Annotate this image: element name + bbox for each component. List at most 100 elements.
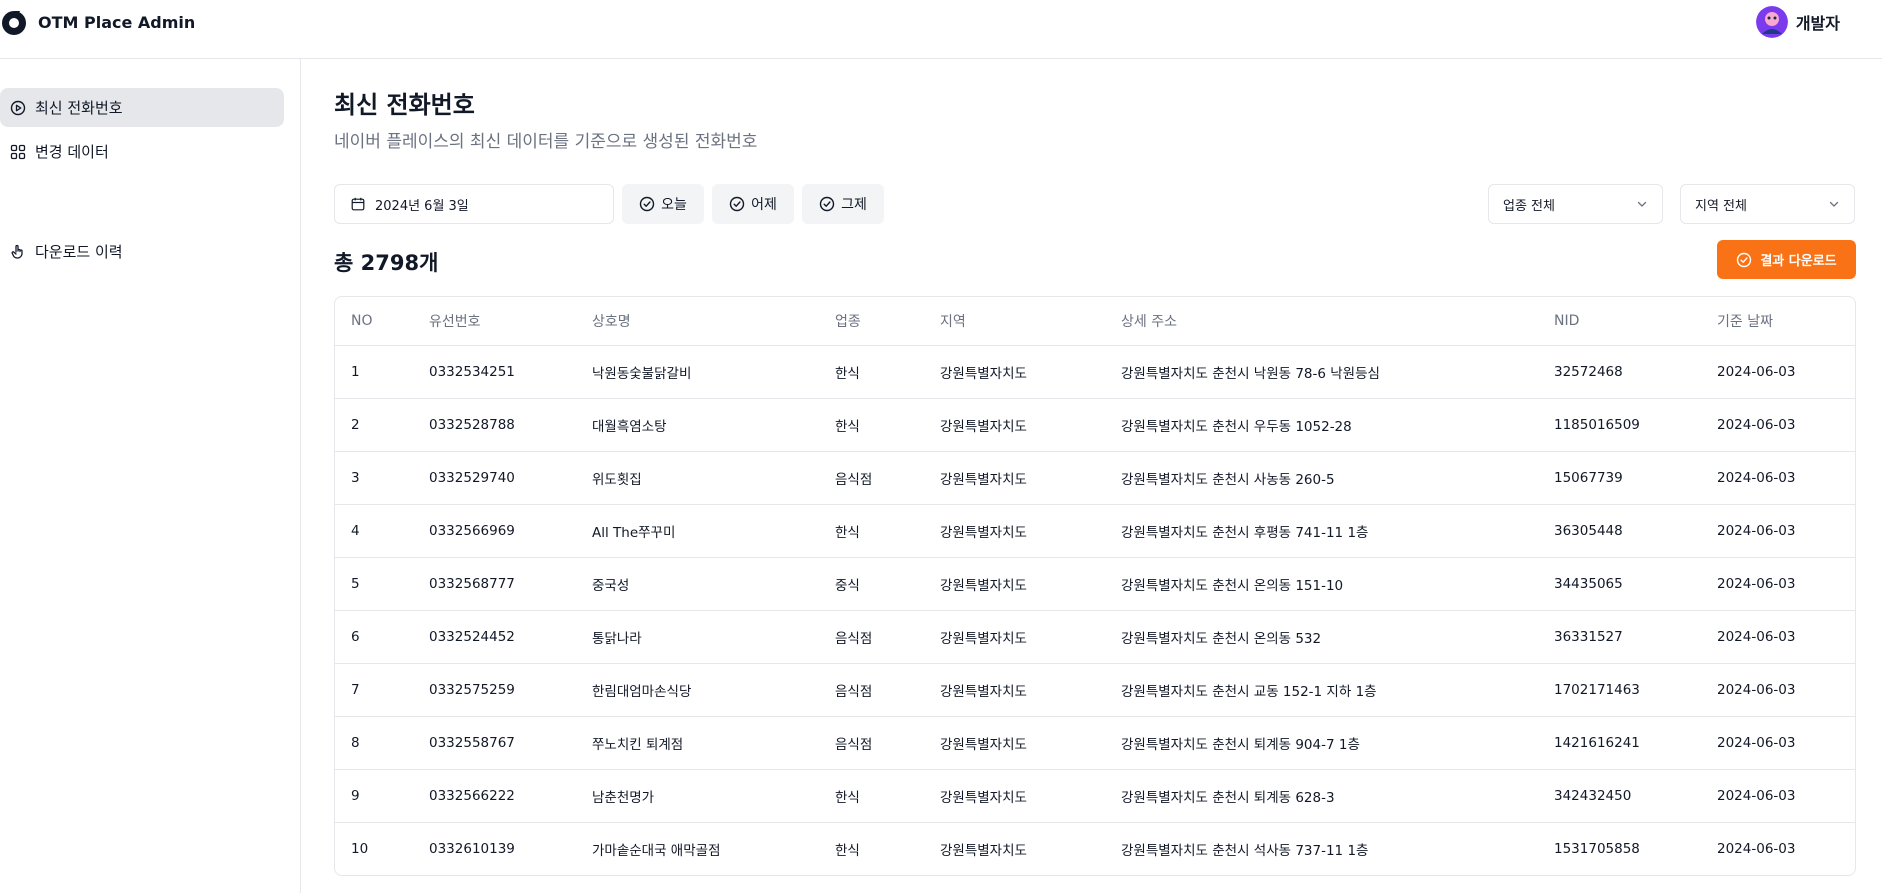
- phone-number-cell: 0332610139: [429, 840, 515, 857]
- column-header[interactable]: 업종: [819, 297, 924, 346]
- region-select[interactable]: 지역 전체: [1680, 184, 1855, 224]
- table-row[interactable]: 10 0332610139 가마솥순대국 애막골점 한식 강원특별자치도 강원특별자치도 …: [335, 822, 1855, 875]
- download-results-label: 결과 다운로드: [1760, 254, 1837, 269]
- grid-icon: [10, 144, 26, 159]
- phone-number-cell: 0332566969: [413, 504, 576, 558]
- results-table: NO 유선번호 상호명 업종 지역 상세 주소 NID 기준 날짜 1 03325…: [334, 296, 1856, 876]
- category-cell: 한식: [819, 769, 924, 823]
- table-row[interactable]: 5 0332568777 중국성 중식 강원특별자치도 강원특별자치도 춘천시 온의동 1…: [335, 557, 1855, 611]
- nid-cell: 1185016509: [1538, 398, 1701, 452]
- check-circle-icon: [1737, 252, 1752, 267]
- region-cell: 강원특별자치도: [924, 345, 1105, 399]
- category-cell: 음식점: [819, 716, 924, 770]
- column-header[interactable]: 상호명: [576, 297, 819, 346]
- address-cell: 강원특별자치도 춘천시 우두동 1052-28: [1105, 398, 1538, 452]
- region-cell: 강원특별자치도: [924, 610, 1105, 664]
- region-cell: 강원특별자치도: [924, 504, 1105, 558]
- business-name-cell: 대월흑염소탕: [576, 398, 819, 452]
- row-number-cell: 7: [335, 663, 413, 717]
- chevron-down-icon: [1829, 201, 1839, 207]
- column-header[interactable]: 상세 주소: [1105, 297, 1538, 346]
- address-cell: 강원특별자치도 춘천시 사농동 260-5: [1105, 451, 1538, 505]
- row-number-cell: 9: [335, 769, 413, 823]
- nid-cell: 1421616241: [1538, 716, 1701, 770]
- business-name-cell: 중국성: [576, 557, 819, 611]
- row-number-cell: 5: [335, 557, 413, 611]
- table-row[interactable]: 8 0332558767 쭈노치킨 퇴계점 음식점 강원특별자치도 강원특별자치도 춘천시…: [335, 716, 1855, 770]
- business-name-cell: 가마솥순대국 애막골점: [592, 842, 721, 859]
- table-row[interactable]: 4 0332566969 All The쭈꾸미 한식 강원특별자치도 강원특별자치도 춘천…: [335, 504, 1855, 558]
- nid-cell: 1702171463: [1538, 663, 1701, 717]
- category-select[interactable]: 업종 전체: [1488, 184, 1663, 224]
- avatar: [1755, 6, 1788, 38]
- business-name-cell: 쭈노치킨 퇴계점: [576, 716, 819, 770]
- check-circle-icon: [819, 196, 835, 212]
- total-count: 총 2798개: [334, 251, 439, 275]
- day-before-yesterday-label: 그제: [841, 197, 867, 213]
- table-body: 1 0332534251 낙원동숯불닭갈비 한식 강원특별자치도 강원특별자치도 춘천시 …: [335, 345, 1855, 875]
- phone-number-cell: 0332528788: [413, 398, 576, 452]
- row-number-cell: 10: [351, 840, 369, 857]
- page-title: 최신 전화번호: [334, 91, 475, 119]
- day-before-yesterday-button[interactable]: 그제: [802, 184, 884, 224]
- address-cell: 강원특별자치도 춘천시 온의동 151-10: [1105, 557, 1538, 611]
- column-header[interactable]: 기준 날짜: [1701, 297, 1855, 346]
- play-circle-icon: [10, 100, 26, 115]
- sidebar-item-label: 변경 데이터: [35, 143, 109, 161]
- yesterday-label: 어제: [751, 197, 777, 213]
- check-circle-icon: [639, 196, 655, 212]
- sidebar-item-label: 다운로드 이력: [35, 243, 123, 261]
- region-cell: 강원특별자치도: [924, 716, 1105, 770]
- table-row[interactable]: 2 0332528788 대월흑염소탕 한식 강원특별자치도 강원특별자치도 춘천시 우두…: [335, 398, 1855, 452]
- row-number-cell: 4: [335, 504, 413, 558]
- category-cell: 음식점: [819, 610, 924, 664]
- sidebar-item-download-history[interactable]: 다운로드 이력: [0, 232, 284, 271]
- address-cell: 강원특별자치도 춘천시 온의동 532: [1105, 610, 1538, 664]
- table-row[interactable]: 9 0332566222 남춘천명가 한식 강원특별자치도 강원특별자치도 춘천시 퇴계동…: [335, 769, 1855, 823]
- column-header[interactable]: NID: [1538, 297, 1701, 346]
- table-row[interactable]: 1 0332534251 낙원동숯불닭갈비 한식 강원특별자치도 강원특별자치도 춘천시 …: [335, 345, 1855, 399]
- reference-date-cell: 2024-06-03: [1701, 610, 1855, 664]
- check-circle-icon: [729, 196, 745, 212]
- table-row[interactable]: 7 0332575259 한림대엄마손식당 음식점 강원특별자치도 강원특별자치도 춘천시…: [335, 663, 1855, 717]
- reference-date-cell: 2024-06-03: [1701, 504, 1855, 558]
- column-header[interactable]: 유선번호: [413, 297, 576, 346]
- date-value: 2024년 6월 3일: [375, 198, 469, 214]
- category-cell: 중식: [819, 557, 924, 611]
- row-number-cell: 1: [335, 345, 413, 399]
- download-results-button[interactable]: 결과 다운로드: [1717, 240, 1856, 279]
- nid-cell: 1531705858: [1554, 840, 1640, 857]
- table-row[interactable]: 6 0332524452 통닭나라 음식점 강원특별자치도 강원특별자치도 춘천시 온의동…: [335, 610, 1855, 664]
- today-label: 오늘: [661, 197, 687, 213]
- row-number-cell: 3: [335, 451, 413, 505]
- category-cell: 한식: [819, 398, 924, 452]
- brand[interactable]: OTM Place Admin: [0, 8, 195, 36]
- nid-cell: 36331527: [1538, 610, 1701, 664]
- category-cell: 한식: [819, 345, 924, 399]
- reference-date-cell: 2024-06-03: [1701, 769, 1855, 823]
- reference-date-cell: 2024-06-03: [1701, 451, 1855, 505]
- user-name: 개발자: [1795, 14, 1840, 33]
- category-cell: 한식: [835, 842, 860, 859]
- column-header[interactable]: NO: [335, 297, 413, 346]
- address-cell: 강원특별자치도 춘천시 퇴계동 904-7 1층: [1105, 716, 1538, 770]
- nid-cell: 34435065: [1538, 557, 1701, 611]
- sidebar-item-changed-data[interactable]: 변경 데이터: [0, 132, 284, 171]
- phone-number-cell: 0332566222: [413, 769, 576, 823]
- phone-number-cell: 0332568777: [413, 557, 576, 611]
- sidebar-item-latest-phone[interactable]: 최신 전화번호: [0, 88, 284, 127]
- sidebar: 최신 전화번호 변경 데이터 다운로드 이력: [0, 59, 301, 893]
- region-cell: 강원특별자치도: [924, 398, 1105, 452]
- logo-icon: [2, 11, 26, 35]
- column-header[interactable]: 지역: [924, 297, 1105, 346]
- date-picker[interactable]: 2024년 6월 3일: [334, 184, 614, 224]
- address-cell: 강원특별자치도 춘천시 교동 152-1 지하 1층: [1105, 663, 1538, 717]
- category-cell: 음식점: [819, 451, 924, 505]
- row-number-cell: 8: [335, 716, 413, 770]
- top-bar: OTM Place Admin 개발자: [0, 0, 1882, 59]
- yesterday-button[interactable]: 어제: [712, 184, 794, 224]
- user-menu[interactable]: 개발자: [1755, 6, 1840, 38]
- business-name-cell: 통닭나라: [576, 610, 819, 664]
- table-row[interactable]: 3 0332529740 위도횟집 음식점 강원특별자치도 강원특별자치도 춘천시 사농동…: [335, 451, 1855, 505]
- today-button[interactable]: 오늘: [622, 184, 704, 224]
